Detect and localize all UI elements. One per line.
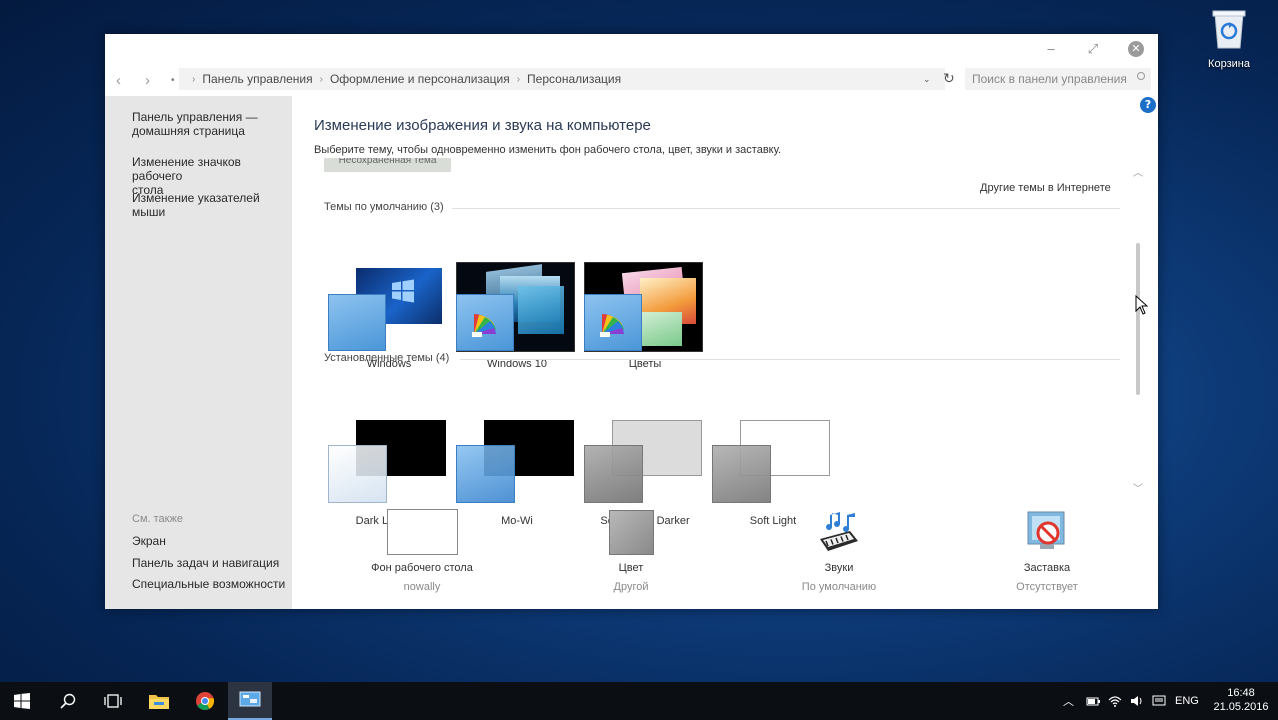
address-history-dropdown-icon[interactable]: ⌄ (923, 74, 931, 85)
sidebar-link-home[interactable]: Панель управления — домашняя страница (132, 110, 292, 138)
personalization-window: ‒ ⤢ ✕ ‹ › • › Панель управления › Оформл… (105, 34, 1158, 609)
search-input[interactable]: Поиск в панели управления (965, 68, 1151, 90)
close-button[interactable]: ✕ (1114, 34, 1158, 64)
search-icon (1137, 72, 1145, 80)
clock[interactable]: 16:48 21.05.2016 (1212, 686, 1270, 714)
see-also-display[interactable]: Экран (132, 534, 292, 548)
back-button[interactable]: ‹ (116, 72, 121, 89)
theme-thumbnail (456, 262, 578, 354)
setting-value: Другой (613, 581, 649, 593)
taskbar: ︿ ENG 16:48 21.05.2016 (0, 682, 1278, 720)
breadcrumb-appearance[interactable]: Оформление и персонализация (330, 72, 510, 86)
page-title: Изменение изображения и звука на компьют… (314, 117, 651, 134)
folder-icon (149, 695, 169, 709)
installed-themes-title: Установленные темы (4) (324, 352, 450, 364)
setting-title: Заставка (1023, 562, 1071, 574)
breadcrumb-separator-icon: › (516, 73, 521, 85)
address-bar-row: ‹ › • › Панель управления › Оформление и… (105, 64, 1158, 96)
setting-value: По умолчанию (801, 581, 877, 593)
chrome-button[interactable] (183, 682, 227, 720)
maximize-icon: ⤢ (1087, 41, 1099, 57)
see-also-taskbar[interactable]: Панель задач и навигация (132, 556, 292, 570)
unsaved-theme-tab[interactable]: Несохраненная тема (324, 158, 451, 172)
theme-thumbnail (584, 262, 706, 354)
location-dot-icon: • (171, 75, 175, 86)
setting-title: Звуки (824, 562, 854, 574)
search-icon (60, 693, 76, 709)
chrome-icon (196, 692, 215, 711)
wifi-icon[interactable] (1108, 682, 1122, 720)
sidebar-link-mouse-pointers[interactable]: Изменение указателей мыши (132, 191, 292, 219)
group-divider (452, 208, 1120, 209)
recycle-bin-label: Корзина (1208, 58, 1250, 70)
see-also-accessibility[interactable]: Специальные возможности (132, 577, 292, 591)
breadcrumb-control-panel[interactable]: Панель управления (202, 72, 312, 86)
screensaver-icon (967, 508, 1127, 556)
setting-value: Отсутствует (1016, 581, 1078, 593)
clock-time: 16:48 (1227, 687, 1255, 699)
page-subtitle: Выберите тему, чтобы одновременно измени… (314, 144, 782, 156)
language-indicator[interactable]: ENG (1175, 682, 1199, 720)
main-content: Изменение изображения и звука на компьют… (292, 96, 1158, 609)
task-view-icon (104, 694, 122, 708)
color-palette-icon (472, 313, 496, 337)
maximize-button[interactable]: ⤢ (1071, 34, 1115, 64)
clock-date: 21.05.2016 (1213, 701, 1269, 713)
chevron-up-icon: ︿ (1063, 696, 1074, 708)
setting-value: nowally (403, 581, 441, 593)
search-button[interactable] (46, 682, 90, 720)
close-icon: ✕ (1128, 41, 1144, 57)
theme-thumbnail (584, 418, 706, 510)
minimize-icon: ‒ (1046, 41, 1056, 57)
show-hidden-icons-button[interactable]: ︿ (1063, 682, 1074, 720)
breadcrumb-personalization[interactable]: Персонализация (527, 72, 621, 86)
scroll-down-icon[interactable]: ﹀ (1133, 480, 1143, 495)
setting-title: Фон рабочего стола (371, 562, 473, 574)
sidebar: Панель управления — домашняя страница Из… (105, 96, 292, 609)
screensaver-setting[interactable]: Заставка Отсутствует (967, 508, 1127, 593)
action-center-icon[interactable] (1152, 682, 1166, 720)
recycle-bin-icon (1212, 10, 1246, 49)
volume-icon[interactable] (1130, 682, 1144, 720)
color-palette-icon (600, 313, 624, 337)
start-button[interactable] (0, 682, 44, 720)
theme-thumbnail (328, 418, 450, 510)
desktop-background-icon (342, 508, 502, 556)
theme-flowers[interactable]: Цветы (584, 262, 706, 386)
theme-windows-10[interactable]: Windows 10 (456, 262, 578, 386)
recycle-bin[interactable]: Корзина (1203, 8, 1255, 70)
windows-start-icon (14, 693, 30, 709)
online-themes-link[interactable]: Другие темы в Интернете (980, 182, 1111, 194)
theme-thumbnail (712, 418, 834, 510)
color-setting[interactable]: Цвет Другой (551, 508, 711, 593)
battery-icon[interactable] (1086, 682, 1100, 720)
color-swatch-icon (551, 508, 711, 556)
group-divider (460, 359, 1120, 360)
refresh-icon[interactable]: ↻ (943, 70, 955, 87)
breadcrumb-separator-icon: › (192, 73, 196, 85)
minimize-button[interactable]: ‒ (1029, 34, 1073, 64)
theme-thumbnail (328, 262, 450, 354)
theme-windows[interactable]: Windows (328, 262, 450, 386)
theme-thumbnail (456, 418, 578, 510)
address-bar[interactable]: › Панель управления › Оформление и персо… (179, 68, 945, 90)
scroll-up-icon[interactable]: ︿ (1133, 164, 1143, 179)
windows-logo-icon (392, 279, 414, 303)
sounds-setting[interactable]: Звуки По умолчанию (759, 508, 919, 593)
control-panel-icon (239, 691, 261, 707)
breadcrumb-separator-icon: › (319, 73, 323, 85)
file-explorer-button[interactable] (137, 682, 181, 720)
mouse-cursor-icon (1135, 295, 1149, 315)
search-placeholder: Поиск в панели управления (972, 72, 1127, 86)
title-bar: ‒ ⤢ ✕ (105, 34, 1158, 64)
scrollbar-thumb[interactable] (1136, 243, 1140, 395)
desktop-background-setting[interactable]: Фон рабочего стола nowally (342, 508, 502, 593)
see-also-title: См. также (132, 513, 183, 525)
control-panel-button[interactable] (228, 682, 272, 720)
default-themes-title: Темы по умолчанию (3) (324, 201, 444, 213)
setting-title: Цвет (618, 562, 644, 574)
sounds-icon (759, 508, 919, 556)
forward-button[interactable]: › (145, 72, 150, 89)
task-view-button[interactable] (91, 682, 135, 720)
